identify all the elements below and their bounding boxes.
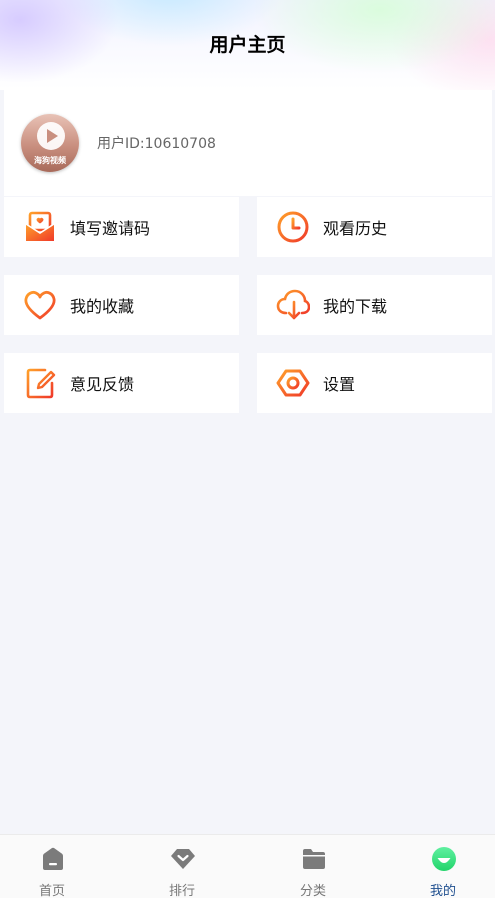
menu-item-label: 我的下载 [323, 297, 388, 316]
rank-icon [170, 846, 196, 872]
menu-item-settings[interactable]: 设置 [257, 353, 492, 413]
nav-mine[interactable]: 我的 [393, 835, 493, 898]
menu-item-label: 我的收藏 [70, 297, 135, 316]
hexagon-settings-icon [275, 365, 311, 401]
menu-item-label: 填写邀请码 [70, 219, 151, 238]
menu-item-label: 设置 [323, 375, 356, 394]
profile-face-icon [431, 846, 457, 872]
menu-item-invite-code[interactable]: 填写邀请码 [4, 197, 239, 257]
avatar[interactable]: 海狗视频 [21, 114, 79, 172]
page-title: 用户主页 [209, 34, 286, 56]
cloud-download-icon [275, 287, 311, 323]
feedback-edit-icon [22, 365, 58, 401]
bottom-nav: 首页 排行 分类 我的 [0, 834, 495, 898]
folder-icon [301, 846, 327, 872]
heart-icon [22, 287, 58, 323]
nav-label: 分类 [299, 884, 326, 898]
nav-label: 我的 [429, 884, 456, 898]
menu-item-watch-history[interactable]: 观看历史 [257, 197, 492, 257]
menu-item-label: 观看历史 [323, 219, 388, 238]
page-header: 用户主页 [0, 0, 495, 90]
nav-rank[interactable]: 排行 [132, 835, 232, 898]
clock-icon [275, 209, 311, 245]
menu-item-label: 意见反馈 [70, 375, 135, 394]
nav-home[interactable]: 首页 [2, 835, 102, 898]
nav-label: 首页 [38, 884, 65, 898]
nav-category[interactable]: 分类 [263, 835, 363, 898]
play-icon [37, 122, 65, 150]
invite-envelope-icon [22, 209, 58, 245]
app-screen: 用户主页 海狗视频 用户ID:10610708 填写邀请码 观看历史 我的收藏 … [0, 0, 495, 898]
nav-label: 排行 [168, 884, 195, 898]
menu-item-favorites[interactable]: 我的收藏 [4, 275, 239, 335]
home-icon [40, 846, 66, 872]
menu-item-downloads[interactable]: 我的下载 [257, 275, 492, 335]
profile-card[interactable]: 海狗视频 用户ID:10610708 [4, 90, 492, 196]
menu-item-feedback[interactable]: 意见反馈 [4, 353, 239, 413]
avatar-brand-text: 海狗视频 [34, 156, 66, 165]
user-id-label: 用户ID:10610708 [97, 136, 216, 152]
